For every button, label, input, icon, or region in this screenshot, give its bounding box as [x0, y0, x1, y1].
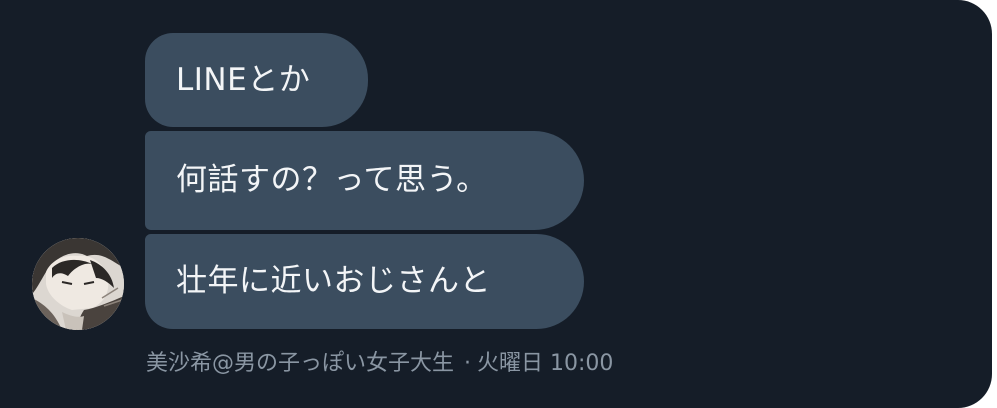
message-text: 何話すの？って思う。 [176, 162, 488, 198]
message-bubble: 何話すの？って思う。 [145, 131, 584, 230]
message-text: LINEとか [176, 61, 311, 98]
avatar-portrait-icon [32, 238, 124, 330]
message-text: 壮年に近いおじさんと [176, 263, 491, 299]
message-meta: 美沙希@男の子っぽい女子大生 · 火曜日 10:00 [146, 345, 613, 377]
sender-name[interactable]: 美沙希@男の子っぽい女子大生 [146, 351, 454, 376]
message-timestamp: 火曜日 10:00 [477, 351, 614, 376]
message-bubble: LINEとか [145, 33, 368, 127]
avatar[interactable] [32, 238, 124, 330]
message-thread: LINEとか 何話すの？って思う。 壮年に近いおじさんと 美沙希@男の子っぽい女… [0, 0, 992, 408]
meta-separator: · [464, 351, 472, 376]
message-bubble: 壮年に近いおじさんと [145, 234, 584, 329]
